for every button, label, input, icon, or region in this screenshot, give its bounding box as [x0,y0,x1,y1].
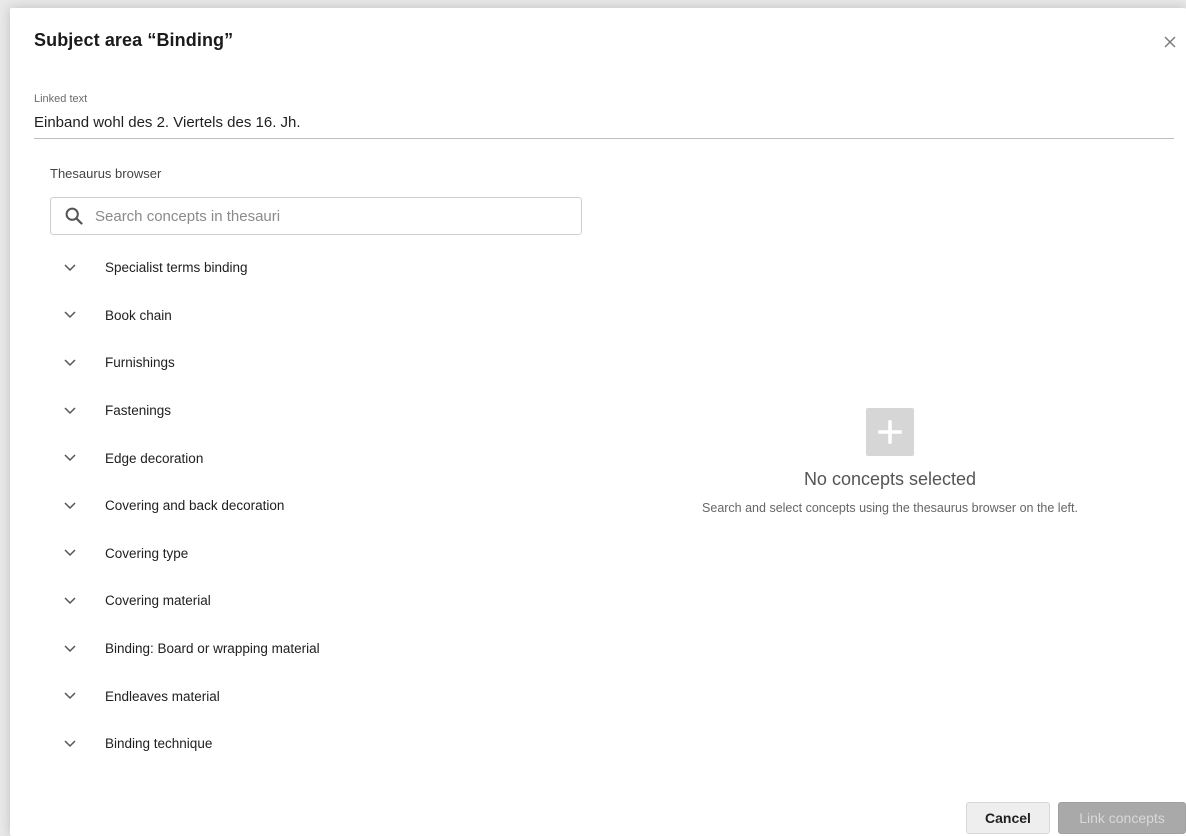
tree-item-label: Edge decoration [105,450,204,466]
search-input[interactable] [93,206,557,226]
tree-item-covering-and-back-decoration[interactable]: Covering and back decoration [50,482,590,530]
chevron-down-icon[interactable] [58,637,82,661]
chevron-down-icon[interactable] [58,589,82,613]
empty-state-title: No concepts selected [803,469,977,489]
chevron-down-icon[interactable] [58,399,82,423]
chevron-down-icon[interactable] [58,351,82,375]
chevron-down-icon[interactable] [58,303,82,327]
chevron-down-icon[interactable] [58,446,82,470]
empty-state-subtitle: Search and select concepts using the the… [702,501,1078,515]
tree-item-label: Specialist terms binding [105,260,248,276]
tree-item-binding-technique[interactable]: Binding technique [50,720,590,768]
tree-item-furnishings[interactable]: Furnishings [50,339,590,387]
tree-item-label: Binding technique [105,736,213,752]
tree-item-fastenings[interactable]: Fastenings [50,387,590,435]
chevron-down-icon[interactable] [58,541,82,565]
tree-item-label: Endleaves material [105,688,220,704]
subject-area-dialog: Subject area “Binding” Linked text Einba… [10,8,1186,836]
linked-text-divider [34,138,1174,139]
thesaurus-tree: Specialist terms binding Book chain Furn… [50,244,590,768]
tree-item-label: Furnishings [105,355,175,371]
link-concepts-button[interactable]: Link concepts [1058,802,1186,834]
chevron-down-icon[interactable] [58,684,82,708]
tree-item-book-chain[interactable]: Book chain [50,292,590,340]
tree-item-covering-type[interactable]: Covering type [50,530,590,578]
tree-item-endleaves-material[interactable]: Endleaves material [50,672,590,720]
close-icon [1164,36,1176,48]
tree-item-label: Fastenings [105,403,172,419]
cancel-button[interactable]: Cancel [966,802,1050,834]
search-box[interactable] [50,197,582,235]
dialog-title: Subject area “Binding” [34,30,234,50]
close-button[interactable] [1158,30,1182,54]
thesaurus-browser-label: Thesaurus browser [50,166,162,181]
linked-text-value: Einband wohl des 2. Viertels des 16. Jh. [34,114,301,131]
tree-item-edge-decoration[interactable]: Edge decoration [50,434,590,482]
tree-item-covering-material[interactable]: Covering material [50,577,590,625]
plus-icon [866,408,914,456]
tree-item-specialist-terms-binding[interactable]: Specialist terms binding [50,244,590,292]
linked-text-label: Linked text [34,93,88,105]
tree-item-label: Book chain [105,307,172,323]
empty-state: No concepts selected Search and select c… [630,408,1150,515]
chevron-down-icon[interactable] [58,494,82,518]
tree-item-label: Covering type [105,545,189,561]
tree-item-label: Covering material [105,593,211,609]
search-icon [65,207,83,225]
chevron-down-icon[interactable] [58,732,82,756]
tree-item-label: Binding: Board or wrapping material [105,641,320,657]
tree-item-board-or-wrapping-material[interactable]: Binding: Board or wrapping material [50,625,590,673]
chevron-down-icon[interactable] [58,256,82,280]
tree-item-label: Covering and back decoration [105,498,285,514]
